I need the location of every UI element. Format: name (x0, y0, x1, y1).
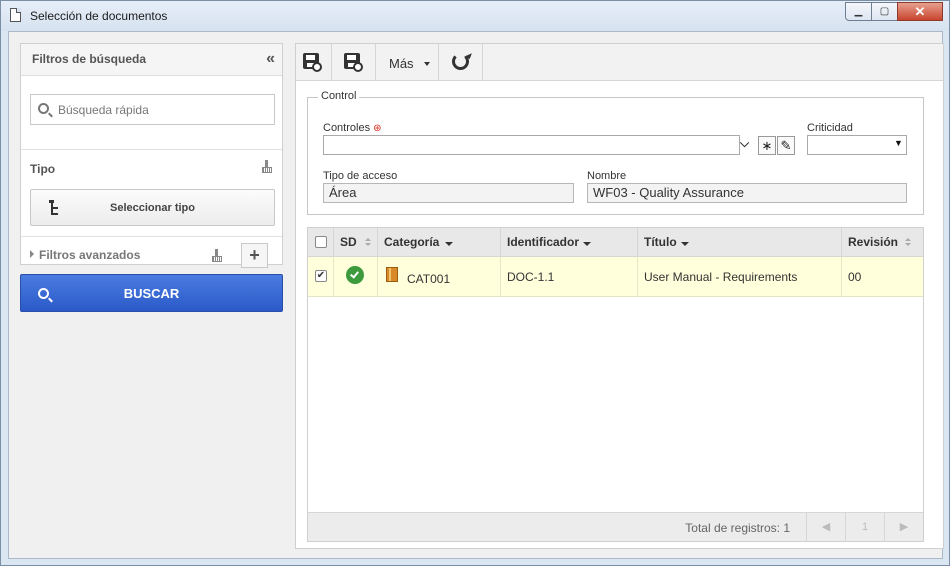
chevron-down-icon: ▼ (894, 138, 903, 148)
column-header-identifier[interactable]: Identificador (501, 228, 638, 257)
advanced-filters-toggle[interactable]: Filtros avanzados (39, 248, 140, 262)
column-header-label: Título (644, 235, 677, 249)
revision-cell: 00 (842, 257, 923, 297)
select-all-checkbox[interactable] (315, 236, 327, 248)
sd-cell (334, 257, 378, 297)
table-row[interactable]: ✔ CAT001 DOC-1.1 User Manual - Requireme… (308, 257, 923, 297)
search-button[interactable]: BUSCAR (20, 274, 283, 312)
identifier-cell: DOC-1.1 (501, 257, 638, 297)
close-badge-icon (353, 62, 363, 72)
access-type-label: Tipo de acceso (323, 170, 398, 182)
maximize-button[interactable]: ▢ (871, 2, 898, 21)
clear-type-icon[interactable] (262, 160, 272, 174)
main-panel: Más Control Controles ⊛ ⌵ ∗ ✎ Criticidad… (295, 43, 944, 549)
column-header-title[interactable]: Título (638, 228, 842, 257)
column-header-sd[interactable]: SD (334, 228, 378, 257)
more-label: Más (389, 56, 414, 71)
select-all-cell (308, 228, 334, 257)
controls-asterisk-button[interactable]: ∗ (758, 136, 776, 155)
content-area: Filtros de búsqueda « Tipo Seleccionar t… (8, 31, 944, 559)
filters-header: Filtros de búsqueda « (21, 44, 282, 76)
window-title: Selección de documentos (30, 9, 168, 23)
sort-down-icon (583, 242, 591, 246)
quick-search-input[interactable] (58, 101, 268, 119)
add-filter-button[interactable]: + (241, 243, 268, 268)
toolbar: Más (296, 44, 943, 81)
category-book-icon (386, 267, 398, 282)
titlebar: Selección de documentos ▁ ▢ ✕ (1, 1, 949, 31)
column-header-label: Identificador (507, 235, 580, 249)
control-legend: Control (318, 90, 360, 102)
grid-header: SD Categoría Identificador Título Revisi… (308, 228, 923, 257)
column-header-category[interactable]: Categoría (378, 228, 501, 257)
quick-search-box (30, 94, 275, 125)
controls-label-text: Controles (323, 122, 371, 134)
grid-footer: Total de registros: 1 ◀ 1 ▶ (308, 512, 923, 542)
caret-down-icon (424, 62, 430, 66)
minimize-button[interactable]: ▁ (845, 2, 872, 21)
type-label: Tipo (30, 162, 56, 176)
divider (21, 149, 282, 150)
name-label: Nombre (587, 170, 627, 182)
select-type-button[interactable]: Seleccionar tipo (30, 189, 275, 226)
select-type-label: Seleccionar tipo (110, 202, 195, 214)
sort-down-icon (445, 242, 453, 246)
search-filters-panel: Filtros de búsqueda « Tipo Seleccionar t… (20, 43, 283, 268)
window: Selección de documentos ▁ ▢ ✕ Filtros de… (0, 0, 950, 566)
name-field: WF03 - Quality Assurance (587, 183, 907, 203)
column-header-label: Categoría (384, 235, 440, 249)
sort-icon (365, 238, 371, 248)
criticality-label: Criticidad (807, 122, 853, 134)
clear-advanced-icon[interactable] (212, 249, 222, 263)
documents-grid: SD Categoría Identificador Título Revisi… (307, 227, 924, 542)
access-type-field: Área (323, 183, 574, 203)
column-header-label: SD (340, 235, 357, 249)
sort-down-icon (681, 242, 689, 246)
category-value: CAT001 (407, 272, 451, 286)
title-cell: User Manual - Requirements (638, 257, 842, 297)
controls-input[interactable] (323, 135, 740, 155)
search-button-label: BUSCAR (123, 286, 180, 301)
save-add-button[interactable] (296, 44, 332, 81)
criticality-select[interactable] (807, 135, 907, 155)
expand-caret-icon[interactable] (30, 250, 34, 258)
refresh-icon (452, 53, 469, 70)
next-page-button[interactable]: ▶ (884, 513, 923, 542)
title-value: User Manual - Requirements (644, 270, 798, 284)
filters-title: Filtros de búsqueda (32, 52, 147, 66)
sort-icon (905, 238, 911, 248)
revision-value: 00 (848, 270, 862, 284)
more-menu-button[interactable]: Más (376, 44, 439, 81)
column-header-revision[interactable]: Revisión (842, 228, 923, 257)
identifier-value: DOC-1.1 (507, 270, 555, 284)
divider (21, 236, 282, 237)
collapse-panel-icon[interactable]: « (266, 50, 275, 68)
current-page: 1 (845, 513, 884, 542)
control-fieldset: Control Controles ⊛ ⌵ ∗ ✎ Criticidad ▼ T… (307, 90, 924, 215)
row-checkbox[interactable]: ✔ (315, 270, 327, 282)
column-header-label: Revisión (848, 235, 899, 249)
total-records: Total de registros: 1 (685, 521, 790, 535)
document-icon (10, 8, 21, 22)
refresh-button[interactable] (439, 44, 483, 81)
window-controls: ▁ ▢ ✕ (845, 2, 943, 21)
save-close-button[interactable] (332, 44, 376, 81)
category-cell: CAT001 (378, 257, 501, 297)
required-icon: ⊛ (373, 123, 382, 134)
controls-clear-button[interactable]: ✎ (777, 136, 795, 155)
search-icon (38, 103, 49, 114)
close-button[interactable]: ✕ (897, 2, 943, 21)
controls-label: Controles ⊛ (323, 122, 382, 134)
previous-page-button[interactable]: ◀ (806, 513, 845, 542)
add-badge-icon (312, 62, 322, 72)
controls-dropdown-arrow-icon[interactable]: ⌵ (740, 136, 755, 156)
approved-status-icon (348, 268, 362, 282)
row-select-cell: ✔ (308, 257, 334, 297)
